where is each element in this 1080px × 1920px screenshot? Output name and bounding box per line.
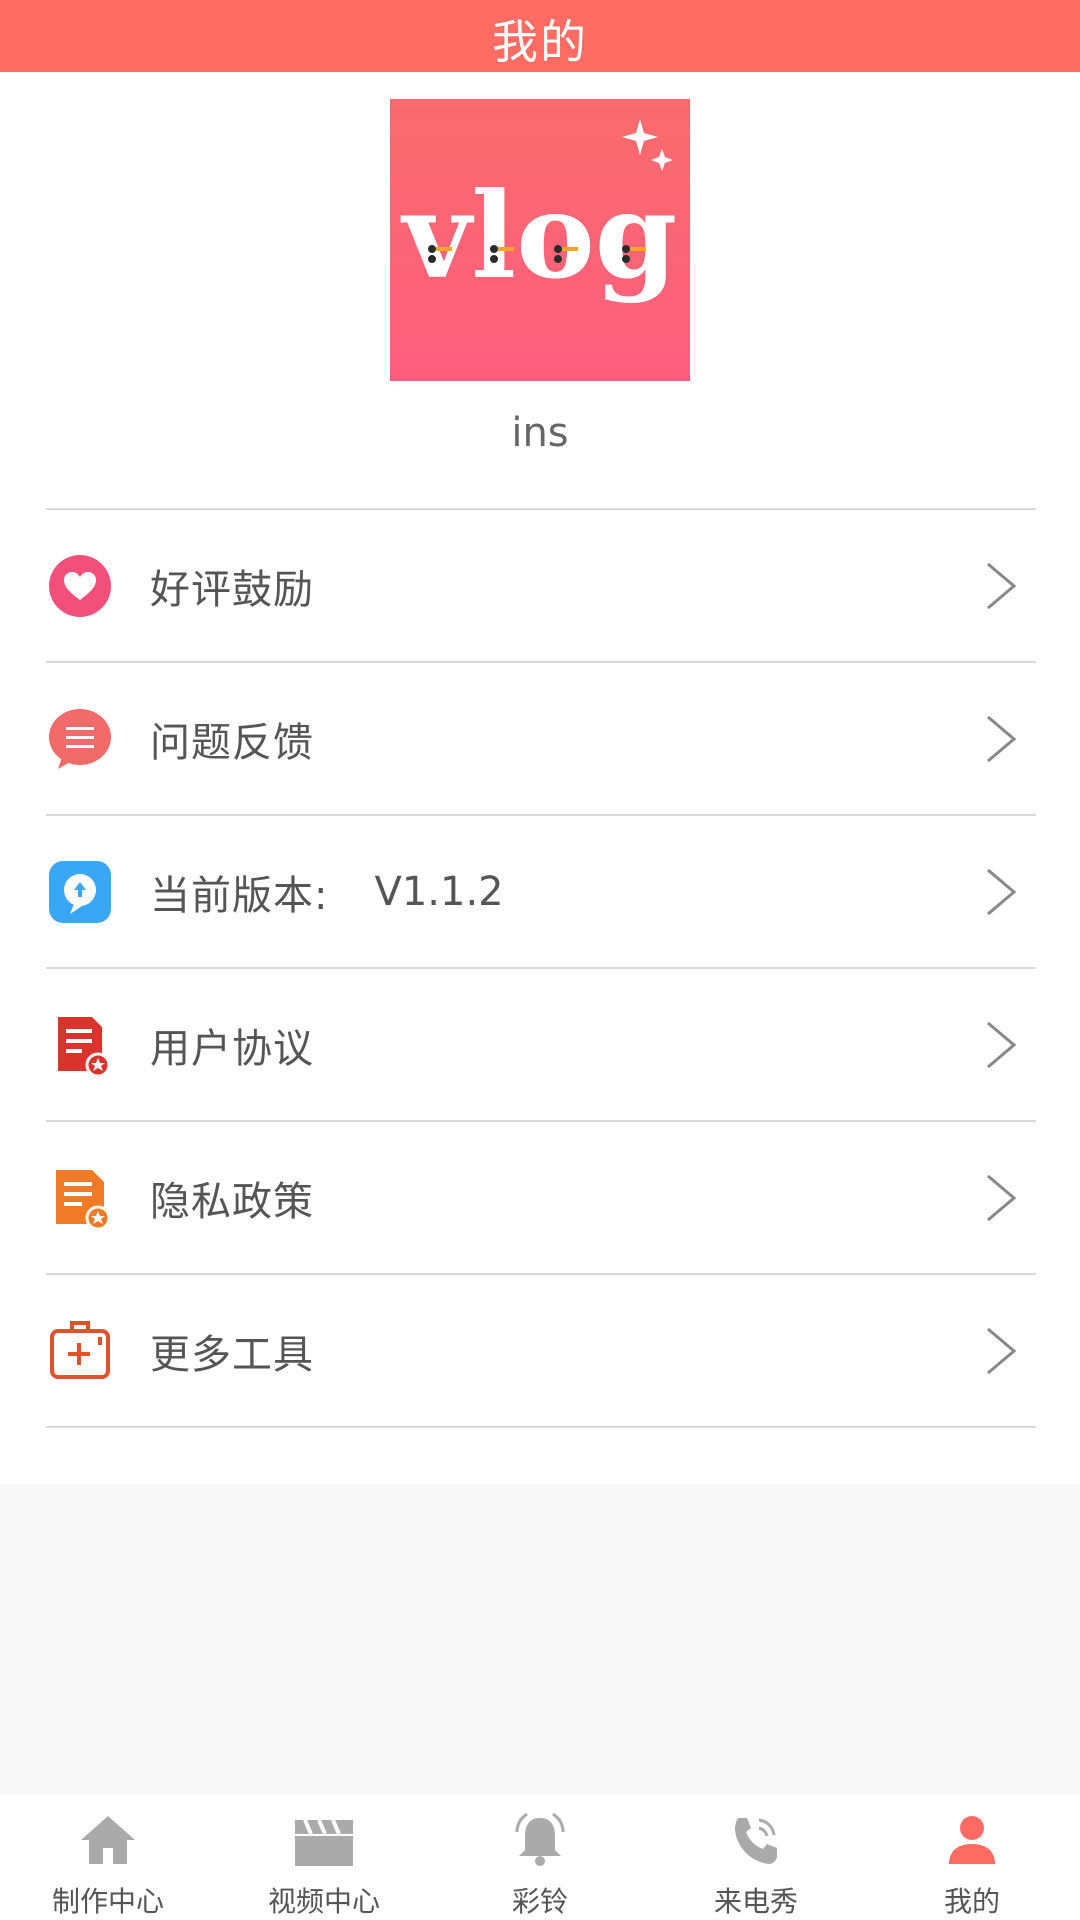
- clapperboard-icon: [293, 1812, 355, 1868]
- tab-video-center[interactable]: 视频中心: [216, 1794, 432, 1920]
- tab-label: 我的: [943, 1885, 1000, 1918]
- chevron-right-icon: [976, 1323, 1024, 1379]
- page-title: 我的: [492, 15, 588, 69]
- update-icon: [48, 860, 112, 924]
- tab-call-show[interactable]: 来电秀: [648, 1794, 864, 1920]
- chevron-right-icon: [976, 1017, 1024, 1073]
- tab-label: 制作中心: [51, 1885, 164, 1918]
- menu-item-label: 当前版本:: [150, 872, 329, 919]
- chevron-right-icon: [976, 558, 1024, 614]
- bell-icon: [509, 1812, 571, 1868]
- tab-ringtone[interactable]: 彩铃: [432, 1794, 648, 1920]
- home-icon: [77, 1812, 139, 1868]
- menu-item-label: 好评鼓励: [150, 566, 314, 613]
- top-bar: 我的: [0, 0, 1080, 72]
- svg-text:vlog: vlog: [400, 166, 678, 305]
- tab-label: 视频中心: [267, 1885, 380, 1918]
- menu-item-label: 用户协议: [150, 1025, 314, 1072]
- chevron-right-icon: [976, 1170, 1024, 1226]
- agreement-icon: [48, 1013, 112, 1077]
- menu-item-label: 更多工具: [150, 1331, 314, 1378]
- username: ins: [511, 410, 569, 456]
- menu-item-tools[interactable]: 更多工具: [46, 1275, 1036, 1428]
- content-empty-area: [0, 1484, 1080, 1794]
- toolbox-icon: [48, 1319, 112, 1383]
- tab-label: 来电秀: [713, 1885, 798, 1918]
- menu-item-privacy[interactable]: 隐私政策: [46, 1122, 1036, 1275]
- feedback-icon: [48, 707, 112, 771]
- app-logo: vlog: [390, 99, 690, 381]
- person-icon: [941, 1812, 1003, 1868]
- tab-make-center[interactable]: 制作中心: [0, 1794, 216, 1920]
- chevron-right-icon: [976, 711, 1024, 767]
- vlog-logo-icon: vlog: [400, 119, 678, 305]
- settings-menu: 好评鼓励 问题反馈 当前版本: V1.1.2 用户协议 隐私政策 更多工具: [46, 508, 1036, 1428]
- heart-icon: [48, 554, 112, 618]
- phone-icon: [725, 1812, 787, 1868]
- privacy-icon: [48, 1166, 112, 1230]
- version-value: V1.1.2: [374, 868, 504, 915]
- menu-item-agreement[interactable]: 用户协议: [46, 969, 1036, 1122]
- menu-item-label: 问题反馈: [150, 719, 314, 766]
- tab-label: 彩铃: [511, 1885, 568, 1918]
- tab-mine[interactable]: 我的: [864, 1794, 1080, 1920]
- chevron-right-icon: [976, 864, 1024, 920]
- menu-item-feedback[interactable]: 问题反馈: [46, 663, 1036, 816]
- menu-item-rating[interactable]: 好评鼓励: [46, 510, 1036, 663]
- bottom-tab-bar: 制作中心 视频中心 彩铃 来电秀 我的: [0, 1794, 1080, 1920]
- menu-item-label: 隐私政策: [150, 1178, 314, 1225]
- menu-item-version[interactable]: 当前版本: V1.1.2: [46, 816, 1036, 969]
